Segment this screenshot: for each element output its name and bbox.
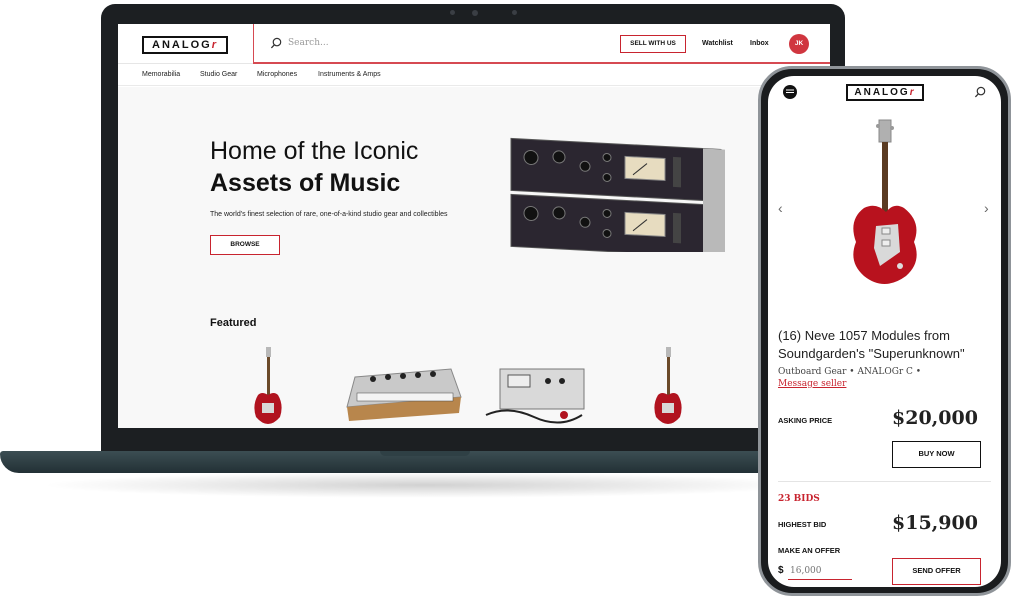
desktop-screen: ANALOGr Search... SELL WITH US Watchlist… <box>118 24 830 428</box>
message-seller-link[interactable]: Message seller <box>778 379 846 389</box>
brand-logo[interactable]: ANALOGr <box>846 84 924 101</box>
featured-heading: Featured <box>210 317 257 329</box>
laptop-base <box>0 451 845 473</box>
bid-count[interactable]: 23 BIDS <box>778 494 820 504</box>
section-divider <box>778 481 991 482</box>
asking-price-label: ASKING PRICE <box>778 416 833 425</box>
laptop-hinge <box>380 451 470 456</box>
menu-icon[interactable] <box>782 84 798 100</box>
mobile-header: ANALOGr <box>768 76 1001 112</box>
nav-microphones[interactable]: Microphones <box>257 71 297 78</box>
chevron-right-icon[interactable]: › <box>984 200 989 216</box>
hero-subtitle: The world's finest selection of rare, on… <box>210 211 448 218</box>
laptop-camera <box>450 9 530 16</box>
search-input[interactable]: Search... <box>288 38 329 48</box>
offer-amount-input[interactable] <box>788 562 852 580</box>
brand-logo[interactable]: ANALOGr <box>142 36 228 54</box>
mobile-screen: ANALOGr ‹ › (16) Neve 1057 Modules from … <box>768 76 1001 587</box>
header-divider <box>253 24 254 62</box>
product-meta: Outboard Gear • ANALOGr C • <box>778 367 922 377</box>
hero-title-line2: Assets of Music <box>210 169 401 197</box>
browse-button[interactable]: BROWSE <box>210 235 280 255</box>
highest-bid-value: $15,900 <box>892 512 978 534</box>
search-icon[interactable] <box>270 37 283 50</box>
highest-bid-label: HIGHEST BID <box>778 520 827 529</box>
hero-title-line1: Home of the Iconic <box>210 137 419 165</box>
nav-memorabilia[interactable]: Memorabilia <box>142 71 180 78</box>
asking-price-value: $20,000 <box>892 407 978 429</box>
rack-gear-image[interactable] <box>503 132 735 252</box>
make-offer-label: MAKE AN OFFER <box>778 546 841 555</box>
nav-studio-gear[interactable]: Studio Gear <box>200 71 237 78</box>
nav-instruments-amps[interactable]: Instruments & Amps <box>318 71 381 78</box>
product-image[interactable] <box>838 116 933 298</box>
featured-guitar-2-image[interactable] <box>648 345 688 428</box>
watchlist-link[interactable]: Watchlist <box>702 40 733 47</box>
search-icon[interactable] <box>974 86 987 99</box>
laptop-shadow <box>40 472 810 498</box>
send-offer-button[interactable]: SEND OFFER <box>892 558 981 585</box>
site-header: ANALOGr Search... SELL WITH US Watchlist… <box>118 24 830 64</box>
chevron-left-icon[interactable]: ‹ <box>778 200 783 216</box>
inbox-link[interactable]: Inbox <box>750 40 769 47</box>
buy-now-button[interactable]: BUY NOW <box>892 441 981 468</box>
featured-synth-image[interactable] <box>343 357 463 422</box>
sell-with-us-button[interactable]: SELL WITH US <box>620 35 686 53</box>
featured-amplifier-image[interactable] <box>478 365 593 428</box>
hero-section: Home of the Iconic Assets of Music The w… <box>118 87 830 428</box>
category-nav: Memorabilia Studio Gear Microphones Inst… <box>118 64 830 86</box>
featured-guitar-image[interactable] <box>248 345 288 428</box>
avatar[interactable]: JK <box>789 34 809 54</box>
currency-symbol: $ <box>778 565 784 576</box>
product-title: (16) Neve 1057 Modules from Soundgarden'… <box>778 328 965 361</box>
